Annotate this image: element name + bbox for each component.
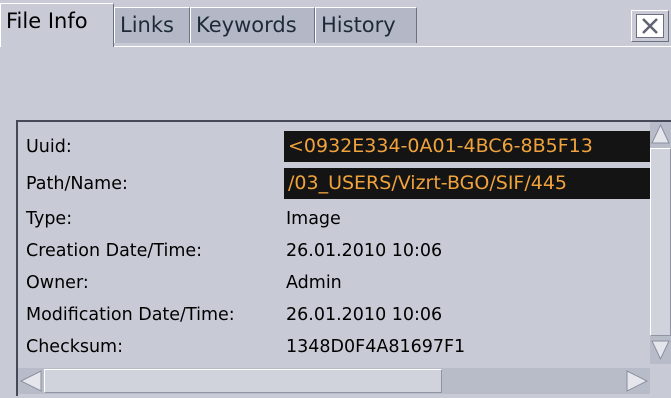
- scroll-up-button[interactable]: [650, 122, 671, 146]
- arrow-down-icon: [651, 340, 670, 361]
- scroll-down-button[interactable]: [650, 338, 671, 362]
- tab-baseline: [114, 46, 671, 47]
- arrow-right-icon: [626, 370, 649, 392]
- modification-date-value: 26.01.2010 10:06: [286, 305, 443, 325]
- property-row-type: Type: Image: [20, 202, 650, 236]
- file-info-panel: Uuid: <0932E334-0A01-4BC6-8B5F13 Path/Na…: [16, 120, 671, 396]
- vertical-scrollbar[interactable]: [650, 122, 671, 364]
- horizontal-scroll-thumb[interactable]: [44, 369, 442, 393]
- uuid-field[interactable]: <0932E334-0A01-4BC6-8B5F13: [284, 131, 650, 162]
- scroll-right-button[interactable]: [624, 368, 650, 394]
- tab-keywords[interactable]: Keywords: [190, 7, 315, 43]
- path-name-field[interactable]: /03_USERS/Vizrt-BGO/SIF/445: [284, 168, 650, 199]
- scroll-left-button[interactable]: [18, 368, 44, 394]
- tab-file-info[interactable]: File Info: [0, 3, 114, 47]
- modification-date-label: Modification Date/Time:: [26, 305, 235, 325]
- tab-strip: File Info Links Keywords History: [0, 0, 671, 47]
- property-row-creation: Creation Date/Time: 26.01.2010 10:06: [20, 234, 650, 268]
- creation-date-value: 26.01.2010 10:06: [286, 241, 443, 261]
- close-icon: [636, 14, 664, 38]
- creation-date-label: Creation Date/Time:: [26, 241, 203, 261]
- checksum-value: 1348D0F4A81697F1: [286, 337, 466, 357]
- horizontal-scrollbar[interactable]: [18, 368, 650, 394]
- property-row-path: Path/Name: /03_USERS/Vizrt-BGO/SIF/445: [20, 167, 650, 201]
- uuid-label: Uuid:: [26, 137, 72, 157]
- type-label: Type:: [26, 209, 73, 229]
- vertical-scroll-thumb[interactable]: [650, 148, 671, 336]
- property-row-modification: Modification Date/Time: 26.01.2010 10:06: [20, 298, 650, 332]
- property-row-checksum: Checksum: 1348D0F4A81697F1: [20, 330, 650, 360]
- tab-history[interactable]: History: [315, 7, 417, 43]
- arrow-up-icon: [651, 123, 670, 144]
- close-button[interactable]: [631, 10, 669, 42]
- property-list: Uuid: <0932E334-0A01-4BC6-8B5F13 Path/Na…: [20, 130, 650, 360]
- arrow-left-icon: [19, 370, 42, 392]
- owner-label: Owner:: [26, 273, 89, 293]
- checksum-label: Checksum:: [26, 337, 123, 357]
- owner-value: Admin: [286, 273, 342, 293]
- tab-links[interactable]: Links: [114, 7, 190, 43]
- type-value: Image: [286, 209, 341, 229]
- path-name-label: Path/Name:: [26, 174, 128, 194]
- property-row-uuid: Uuid: <0932E334-0A01-4BC6-8B5F13: [20, 130, 650, 164]
- property-row-owner: Owner: Admin: [20, 266, 650, 300]
